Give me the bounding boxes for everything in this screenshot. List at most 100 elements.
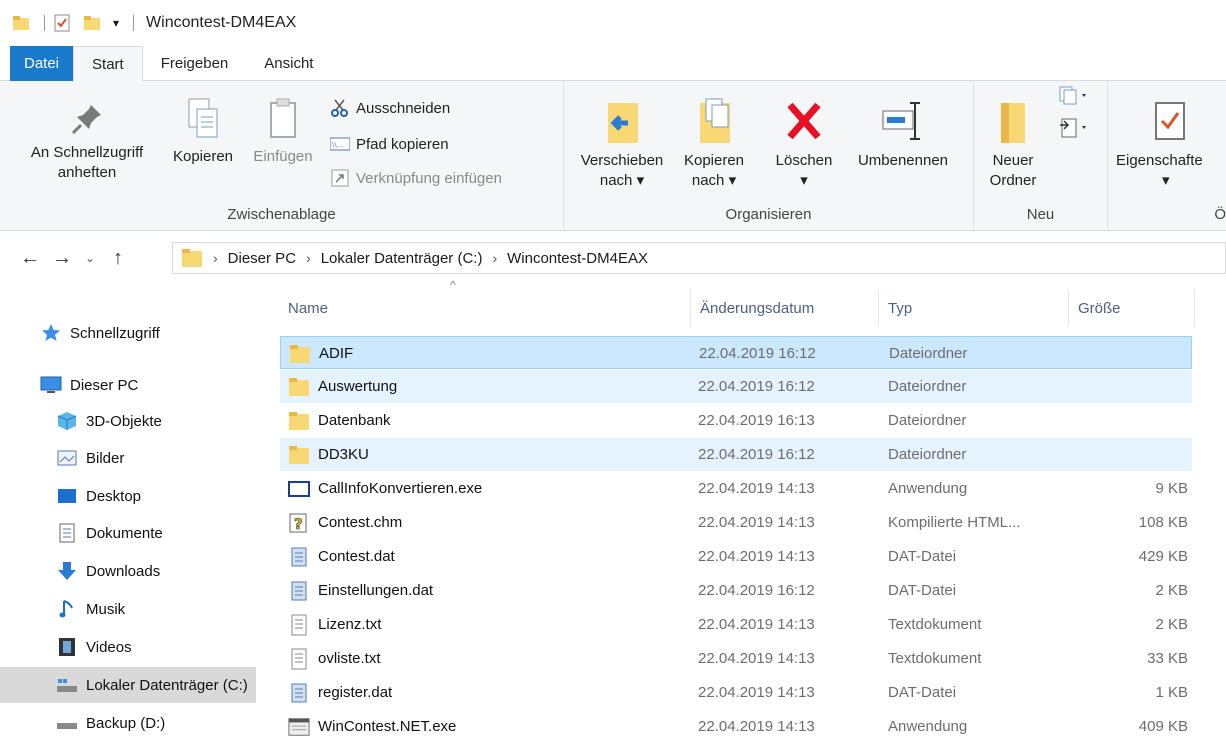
file-row[interactable]: register.dat 22.04.2019 14:13 DAT-Datei 1 K…: [280, 676, 1192, 709]
file-row[interactable]: WinContest.NET.exe 22.04.2019 14:13 Anwend…: [280, 710, 1192, 743]
file-type: Dateiordner: [888, 446, 967, 463]
dat-file-icon: [288, 547, 310, 567]
tab-file[interactable]: Datei: [10, 46, 74, 81]
file-row[interactable]: Datenbank 22.04.2019 16:13 Dateiordner: [280, 404, 1192, 437]
copy-to-icon: [700, 98, 730, 143]
sidebar-item-pictures[interactable]: Bilder: [0, 440, 256, 476]
file-type: Dateiordner: [889, 345, 968, 362]
file-name: ADIF: [319, 345, 354, 362]
tab-share[interactable]: Freigeben: [143, 46, 247, 81]
column-header-date[interactable]: Änderungsdatum: [692, 288, 878, 328]
navigation-pane: Schnellzugriff Dieser PC 3D-Objekte Bild…: [0, 285, 258, 749]
copy-label: Kopieren: [172, 148, 234, 165]
sidebar-item-label: Backup (D:): [86, 714, 166, 732]
music-icon: [56, 599, 78, 619]
column-divider[interactable]: [690, 290, 691, 326]
file-size: 33 KB: [1147, 650, 1188, 667]
file-name-cell: Lizenz.txt: [288, 608, 381, 641]
breadcrumb-current-folder[interactable]: Wincontest-DM4EAX: [507, 250, 648, 267]
recent-locations-button[interactable]: ⌄: [78, 242, 102, 274]
file-date: 22.04.2019 14:13: [698, 480, 815, 497]
file-name-cell: ? Contest.chm: [288, 506, 402, 539]
sidebar-item-this-pc[interactable]: Dieser PC: [0, 367, 256, 403]
new-folder-icon[interactable]: [83, 14, 101, 32]
new-folder-button[interactable]: Neuer Ordner: [980, 97, 1046, 191]
column-divider[interactable]: [878, 290, 879, 326]
move-to-label-1: Verschieben: [580, 152, 664, 169]
sidebar-item-local-disk[interactable]: Lokaler Datenträger (C:): [0, 667, 256, 703]
file-row[interactable]: ADIF 22.04.2019 16:12 Dateiordner: [280, 336, 1192, 369]
sidebar-item-desktop[interactable]: Desktop: [0, 478, 256, 514]
clipboard-group: An Schnellzugriff anheften Kopieren Einf…: [0, 81, 564, 229]
file-row[interactable]: CallInfoKonvertieren.exe 22.04.2019 14:13…: [280, 472, 1192, 505]
move-to-button[interactable]: Verschieben nach ▾: [570, 97, 674, 191]
file-row[interactable]: Contest.dat 22.04.2019 14:13 DAT-Datei 429 …: [280, 540, 1192, 573]
folder-icon[interactable]: [12, 14, 30, 32]
file-row[interactable]: DD3KU 22.04.2019 16:12 Dateiordner: [280, 438, 1192, 471]
tab-view[interactable]: Ansicht: [246, 46, 331, 81]
file-name-cell: CallInfoKonvertieren.exe: [288, 472, 482, 505]
file-date: 22.04.2019 14:13: [698, 684, 815, 701]
easy-access-button[interactable]: [1054, 117, 1094, 145]
file-type: DAT-Datei: [888, 548, 957, 565]
sidebar-item-backup[interactable]: Backup (D:): [0, 705, 256, 741]
sidebar-item-documents[interactable]: Dokumente: [0, 515, 256, 551]
sidebar-item-music[interactable]: Musik: [0, 591, 256, 627]
file-type: Anwendung: [888, 718, 968, 735]
column-header-type[interactable]: Typ: [880, 288, 1068, 328]
file-row[interactable]: Einstellungen.dat 22.04.2019 16:12 DAT-Dat…: [280, 574, 1192, 607]
sidebar-item-videos[interactable]: Videos: [0, 629, 256, 665]
sidebar-item-label: Bilder: [86, 449, 125, 467]
up-button[interactable]: ↑: [102, 242, 134, 274]
new-item-icon: [1059, 86, 1086, 105]
file-row[interactable]: Lizenz.txt 22.04.2019 14:13 Textdokument 2 …: [280, 608, 1192, 641]
file-name-cell: Einstellungen.dat: [288, 574, 433, 607]
file-size: 9 KB: [1155, 480, 1188, 497]
sidebar-item-quick-access[interactable]: Schnellzugriff: [0, 315, 256, 351]
file-name: WinContest.NET.exe: [318, 718, 457, 735]
up-arrow-icon: ↑: [113, 246, 123, 269]
sidebar-item-downloads[interactable]: Downloads: [0, 553, 256, 589]
column-divider[interactable]: [1068, 290, 1069, 326]
rename-button[interactable]: Umbenennen: [848, 97, 958, 171]
quick-access-dropdown[interactable]: ▾: [113, 16, 119, 30]
forward-button[interactable]: →: [46, 242, 78, 274]
back-button[interactable]: ←: [14, 242, 46, 274]
breadcrumb-this-pc[interactable]: Dieser PC: [228, 250, 296, 267]
sidebar-item-3d-objects[interactable]: 3D-Objekte: [0, 403, 256, 439]
sidebar-item-label: 3D-Objekte: [86, 412, 162, 430]
folder-icon: [182, 249, 202, 267]
copy-path-button[interactable]: \\... Pfad kopieren: [330, 131, 449, 157]
file-name: Contest.chm: [318, 514, 403, 531]
new-folder-icon: [1001, 103, 1025, 143]
paste-shortcut-button[interactable]: Verknüpfung einfügen: [330, 165, 502, 191]
address-bar[interactable]: › Dieser PC › Lokaler Datenträger (C:) ›…: [172, 242, 1226, 274]
properties-label: Eigenschafte: [1116, 152, 1203, 169]
paste-button[interactable]: Einfügen: [244, 97, 322, 167]
file-name: Contest.dat: [318, 548, 395, 565]
breadcrumb-local-disk[interactable]: Lokaler Datenträger (C:): [321, 250, 483, 267]
new-item-button[interactable]: [1054, 85, 1094, 113]
file-row[interactable]: ? Contest.chm 22.04.2019 14:13 Kompilierte …: [280, 506, 1192, 539]
pin-quick-access-button[interactable]: An Schnellzugriff anheften: [12, 101, 162, 183]
cut-button[interactable]: Ausschneiden: [330, 95, 450, 121]
column-divider[interactable]: [1194, 290, 1195, 326]
column-header-size[interactable]: Größe: [1070, 288, 1194, 328]
open-group: Eigenschafte ▾ Ö: [1108, 81, 1226, 229]
cube-icon: [56, 411, 78, 431]
scissors-icon: [331, 99, 348, 117]
file-row[interactable]: Auswertung 22.04.2019 16:12 Dateiordner: [280, 370, 1192, 403]
delete-button[interactable]: Löschen ▾: [766, 97, 842, 191]
file-row[interactable]: ovliste.txt 22.04.2019 14:13 Textdokument 3…: [280, 642, 1192, 675]
tab-start[interactable]: Start: [73, 46, 143, 82]
file-size: 1 KB: [1155, 684, 1188, 701]
drive-icon: [56, 675, 78, 695]
copy-to-button[interactable]: Kopieren nach ▾: [674, 97, 754, 191]
file-type: DAT-Datei: [888, 582, 957, 599]
download-icon: [56, 561, 78, 581]
column-header-name[interactable]: Name: [280, 288, 690, 328]
sidebar-item-label: Musik: [86, 600, 126, 618]
copy-button[interactable]: Kopieren: [164, 97, 242, 167]
properties-check-icon[interactable]: [53, 14, 71, 32]
properties-button[interactable]: Eigenschafte ▾: [1116, 97, 1226, 191]
